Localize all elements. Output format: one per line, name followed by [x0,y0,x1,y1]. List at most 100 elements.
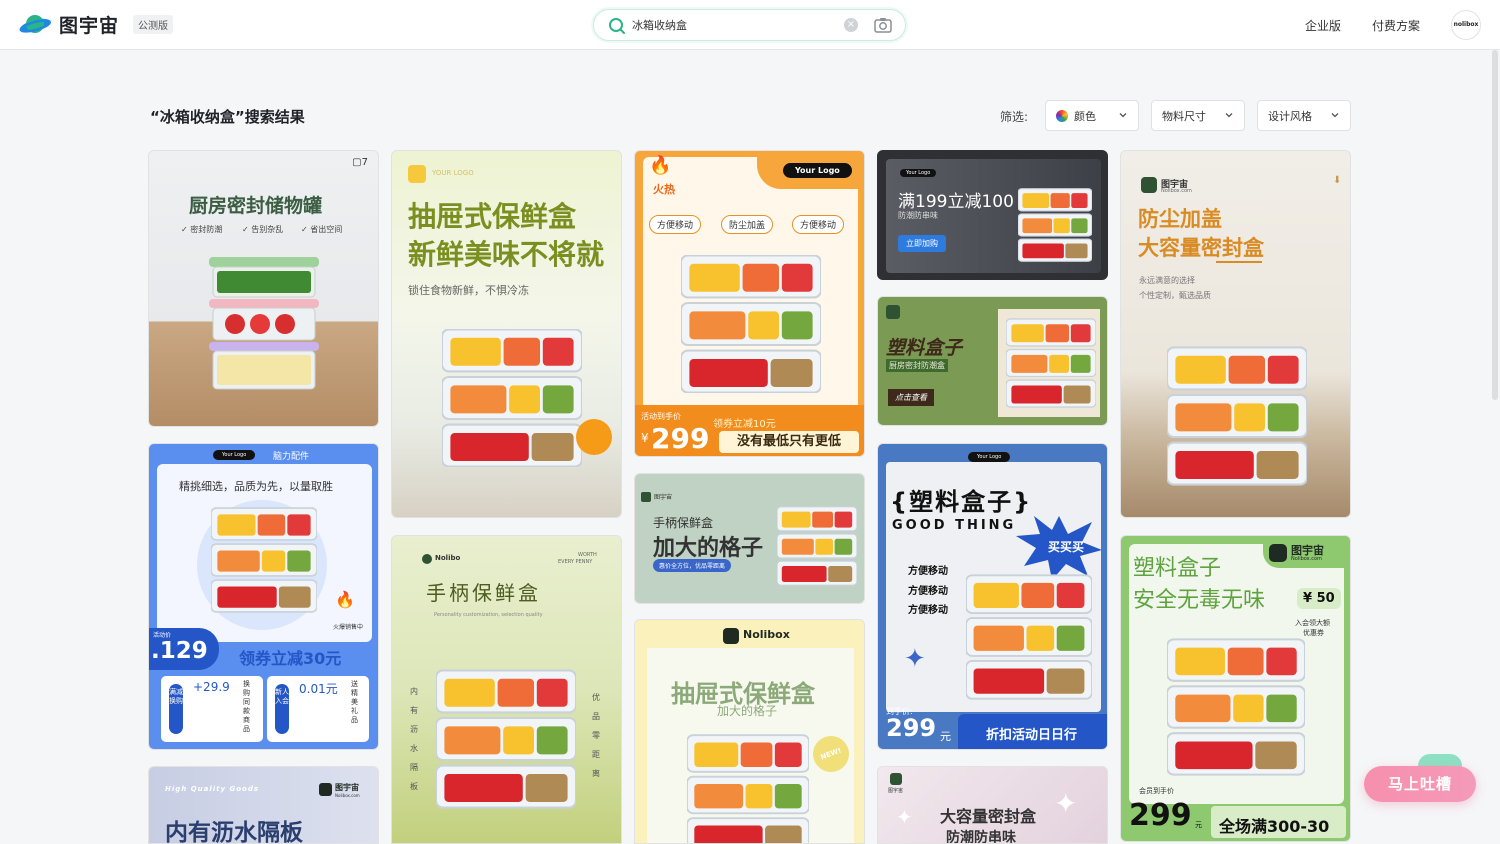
style-filter[interactable]: 设计风格 [1257,100,1351,131]
card-tag: ✓ 告别杂乱 [242,225,284,234]
container-image [681,255,821,393]
chevron-down-icon [1119,113,1127,118]
fire-icon: 🔥 [335,590,355,609]
price-unit: 元 [940,730,951,743]
user-avatar[interactable]: nolibox [1451,10,1481,40]
container-image [211,507,317,613]
template-card-handle-fresh[interactable]: Nolibo WORTH EVERY PENNY 手柄保鲜盒 Personali… [391,535,622,844]
page-scrollbar[interactable] [1492,50,1498,400]
card-line: 永远满意的选择 [1139,276,1195,285]
view-button[interactable]: 点击查看 [888,389,934,406]
note: 优惠券 [1303,629,1324,637]
price-label: 活动到手价 [641,412,681,421]
card-subtitle: Personality customization, selection qua… [434,612,543,618]
brand-logo[interactable]: 图宇宙 公测版 [19,11,174,38]
brand-logo-icon [1141,177,1157,193]
top-header: 图宇宙 公测版 × 企业版 付费方案 nolibox [0,0,1500,50]
template-card-storage-jar[interactable]: ▢7 厨房密封储物罐 ✓ 密封防潮 ✓ 告别杂乱 ✓ 省出空间 [148,150,379,427]
headline: 精挑细选，品质为先，以量取胜 [179,480,333,493]
template-card-safe-box[interactable]: 图宇宙 Nolibox.com 塑料盒子 安全无毒无味 ¥ 50 入会领大额 优… [1120,535,1351,842]
container-image [1006,318,1096,408]
clear-search-icon[interactable]: × [844,18,858,32]
card-title-2: 大容量密封盒 [1138,236,1264,260]
coupon-text: 领券立减30元 [239,649,342,668]
feature-tag: 方便移动 [649,215,702,234]
brand-logo-icon [1269,544,1287,562]
camera-search-icon[interactable] [874,17,892,33]
offer-price: +29.9 [193,680,230,694]
logo-pill: Your Logo [213,450,256,460]
brand-name: 图宇宙 [888,788,904,794]
feature-line: 方便移动 [908,586,948,597]
tag-line: High Quality Goods [165,785,260,793]
template-card-drawer-new[interactable]: Nolibox 抽屉式保鲜盒 加大的格子 NEW! [634,619,865,844]
card-title: {塑料盒子} [890,488,1033,516]
container-image [436,669,576,809]
template-card-drain-board[interactable]: High Quality Goods 图宇宙 Nolibox.com 内有沥水隔… [148,766,379,844]
template-card-dustproof[interactable]: 图宇宙 Nolibox.com ⬇ 防尘加盖 大容量密封盒 永远满意的选择 个性… [1120,150,1351,518]
card-title: 塑料盒子 [886,337,963,359]
template-card-discount-dark[interactable]: Your Logo 满199立减100 防潮防串味 立即加购 [877,150,1108,280]
feedback-label: 马上吐槽 [1387,775,1452,793]
card-tag: ✓ 省出空间 [301,225,343,234]
search-input[interactable] [632,15,832,35]
brand-logo-icon [408,165,426,183]
card-subtitle: 锁住食物新鲜，不惧冷冻 [408,284,529,297]
template-card-promo-blue[interactable]: Your Logo 脑力配件 精挑细选，品质为先，以量取胜 🔥 火爆销售中 活动… [148,443,379,750]
price: 299 [651,422,710,455]
card-subtitle: 厨房密封防潮盒 [886,359,948,372]
card-title-2: 新鲜美味不将就 [408,238,605,271]
container-image [1167,346,1307,486]
style-filter-label: 设计风格 [1268,109,1312,123]
brand-name: Nolibox [743,628,790,641]
card-title: 塑料盒子 [1133,556,1222,581]
feature-tag: 方便移动 [792,215,845,234]
worth-text: WORTH [578,552,597,558]
card-tag: ✓ 密封防潮 [181,225,223,234]
bookmark-icon: ⬇ [1333,175,1342,186]
color-filter[interactable]: 颜色 [1045,100,1139,131]
feedback-button[interactable]: 马上吐槽 [1364,766,1476,802]
price-tag: ¥ 50 [1297,588,1341,609]
size-filter-label: 物料尺寸 [1162,109,1206,123]
logo-pill: Your Logo [968,452,1011,462]
template-card-hot-sale[interactable]: 🔥 火热 Your Logo 方便移动 防尘加盖 方便移动 活动到手价 ¥ 29… [634,150,865,457]
brand-logo-icon [641,492,651,502]
search-box[interactable]: × [593,9,906,41]
template-card-plastic-box-blue[interactable]: Your Logo {塑料盒子} GOOD THING 买买买 方便移动 方便移… [877,443,1108,750]
template-card-handle-box[interactable]: 图宇宙 手柄保鲜盒 加大的格子 惠价全方位，优品零距离 [634,473,865,604]
card-title-2: 加大的格子 [653,536,764,561]
price: 299 [886,714,937,742]
brand-name: 图宇宙 [654,494,673,501]
sparkle-icon: ✦ [1054,787,1078,820]
vertical-text: 优品零距离 [592,693,600,778]
logo-pill: Your Logo [900,169,937,177]
size-filter[interactable]: 物料尺寸 [1151,100,1245,131]
coupon-text: 领券立减10元 [713,419,776,430]
brand-name: 图宇宙 [335,783,359,792]
template-card-plastic-box-green[interactable]: 塑料盒子 厨房密封防潮盒 点击查看 [877,296,1108,426]
pricing-link[interactable]: 付费方案 [1372,17,1420,34]
card-subtitle: 防潮防串味 [898,211,938,220]
offer-desc: 换购同款商品 [243,680,250,733]
storage-jar-image [209,257,319,390]
planet-logo-icon [19,14,51,33]
brand-name: Nolibo [435,554,461,562]
offer-desc: 送精美礼品 [351,680,358,724]
feature-tag: 防尘加盖 [721,215,774,234]
currency: ¥ [641,431,649,445]
note: 入会领大额 [1295,619,1330,627]
color-filter-label: 颜色 [1074,109,1096,123]
brand-logo-icon [886,305,900,319]
card-title: 内有沥水隔板 [165,820,303,844]
container-image [777,506,857,586]
price-label: 会员到手价 [1139,787,1174,795]
template-card-drawer-box[interactable]: YOUR LOGO 抽屉式保鲜盒 新鲜美味不将就 锁住食物新鲜，不惧冷冻 [391,150,622,518]
container-image [966,574,1092,700]
banner-text: 全场满300-30 [1219,817,1330,836]
template-card-large-seal[interactable]: 图宇宙 ✦ 大容量密封盒 防潮防串味 ✦ [877,766,1108,844]
buy-now-button[interactable]: 立即加购 [898,235,946,252]
results-title: “冰箱收纳盒”搜索结果 [150,108,305,126]
offer-price: 0.01元 [299,682,338,696]
enterprise-link[interactable]: 企业版 [1305,17,1341,34]
